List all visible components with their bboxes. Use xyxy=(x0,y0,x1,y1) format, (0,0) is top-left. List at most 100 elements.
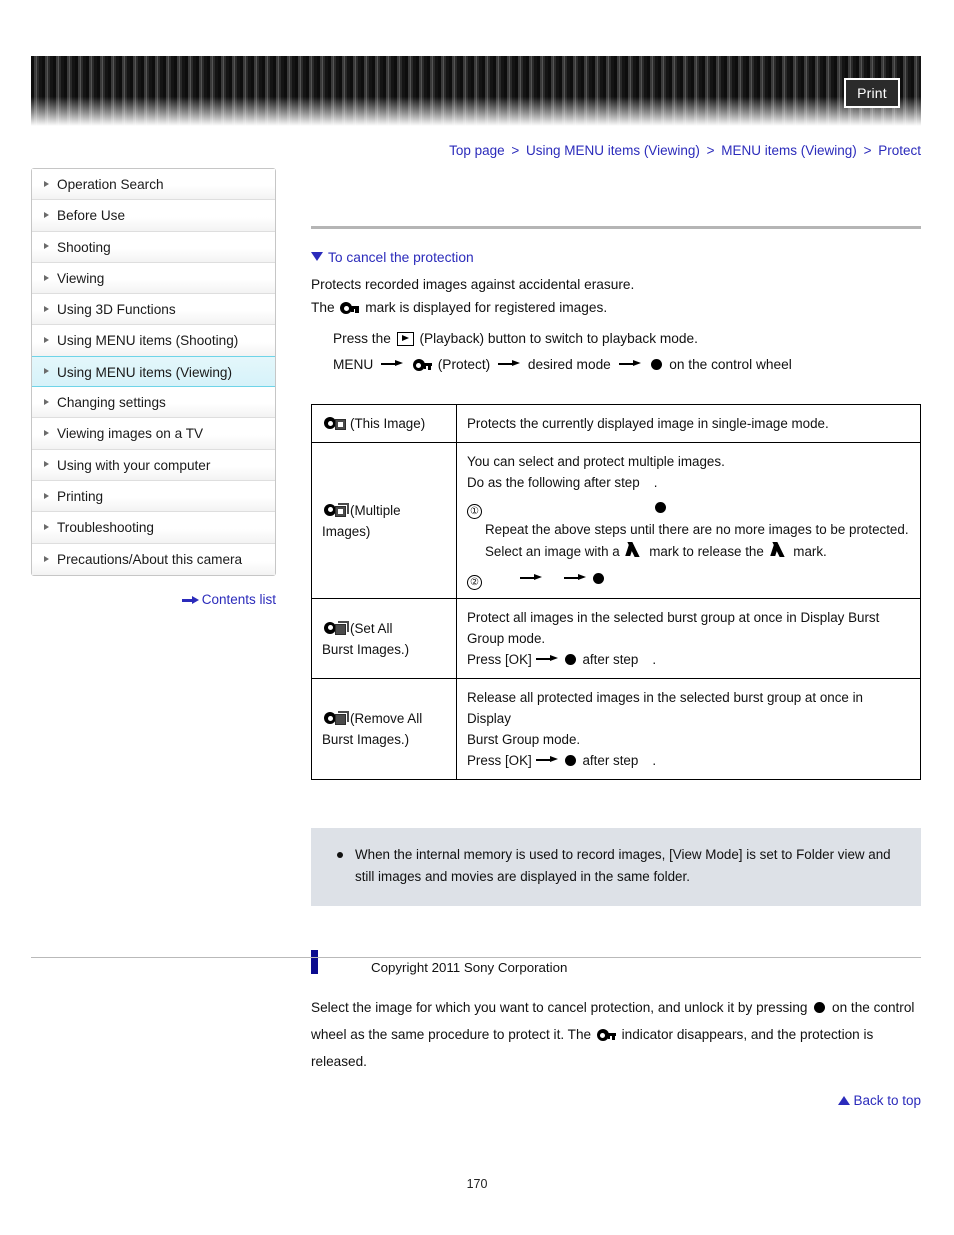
step-playback-after: (Playback) button to switch to playback … xyxy=(419,331,698,346)
sidebar-item-viewing[interactable]: Viewing xyxy=(32,262,275,295)
sidebar-item-label: Troubleshooting xyxy=(57,520,154,536)
table-desc-text-after: after step xyxy=(582,753,639,768)
table-desc-text-end: . xyxy=(652,652,657,667)
table-cell-description: Protect all images in the selected burst… xyxy=(456,598,921,679)
step-playback: Press the (Playback) button to switch to… xyxy=(333,326,921,352)
sidebar-item-label: Changing settings xyxy=(57,395,166,411)
table-desc-text-end: . xyxy=(652,753,657,768)
protect-remove-all-burst-icon xyxy=(322,711,350,726)
table-desc-text-before: Select an image with a xyxy=(485,544,620,559)
sidebar-item-changing-settings[interactable]: Changing settings xyxy=(32,387,275,419)
table-desc-text-mid: mark to release the xyxy=(649,544,764,559)
protect-set-all-burst-icon xyxy=(322,621,350,636)
center-button-icon xyxy=(651,359,663,370)
table-desc-line: Release all protected images in the sele… xyxy=(467,690,864,726)
print-button[interactable]: Print xyxy=(844,78,900,108)
sidebar-item-label: Shooting xyxy=(57,239,111,255)
protect-single-image-icon xyxy=(322,416,350,431)
back-to-top-link[interactable]: Back to top xyxy=(311,1093,921,1108)
table-cell-mode-label-line-1: (Set All xyxy=(350,620,393,636)
section-heading-label: To cancel the protection xyxy=(328,250,474,265)
chevron-right-icon xyxy=(44,305,49,312)
step-menu-wheel-label: on the control wheel xyxy=(669,357,792,372)
chevron-right-icon xyxy=(44,337,49,344)
sidebar-item-label: Using MENU items (Shooting) xyxy=(57,333,239,349)
protect-key-icon xyxy=(340,302,360,314)
center-button-icon xyxy=(564,654,576,665)
table-desc-text-after: mark. xyxy=(793,544,827,559)
page-number: 170 xyxy=(466,1177,488,1191)
intro-line-2-before: The xyxy=(311,300,335,315)
chevron-right-icon xyxy=(44,492,49,499)
sidebar-item-label: Using MENU items (Viewing) xyxy=(57,364,232,380)
arrow-right-icon xyxy=(535,755,558,765)
table-desc-text-before: Do as the following after step xyxy=(467,475,640,490)
sidebar-item-before-use[interactable]: Before Use xyxy=(32,200,275,232)
table-desc-line: Press [OK] after step. xyxy=(467,750,910,771)
breadcrumb-item-menu-items-viewing[interactable]: MENU items (Viewing) xyxy=(721,143,857,158)
arrow-right-icon xyxy=(618,359,641,369)
sidebar-item-using-menu-items-viewing[interactable]: Using MENU items (Viewing) xyxy=(32,355,275,388)
sidebar-item-troubleshooting[interactable]: Troubleshooting xyxy=(32,512,275,544)
intro-block: Protects recorded images against acciden… xyxy=(311,274,921,318)
table-cell-mode-label: (Set All Burst Images.) xyxy=(311,598,457,679)
table-desc-line: Protects the currently displayed image i… xyxy=(467,416,829,431)
sidebar-item-label: Precautions/About this camera xyxy=(57,551,243,567)
arrow-right-icon xyxy=(520,573,542,583)
protect-key-icon xyxy=(412,359,432,371)
sidebar-item-label: Printing xyxy=(57,488,104,504)
chevron-right-icon xyxy=(44,555,49,562)
breadcrumb-item-top-page[interactable]: Top page xyxy=(449,143,505,158)
sidebar-item-using-with-your-computer[interactable]: Using with your computer xyxy=(32,449,275,481)
center-button-icon xyxy=(564,755,576,766)
breadcrumb-item-using-menu-items-viewing[interactable]: Using MENU items (Viewing) xyxy=(526,143,700,158)
sidebar-item-viewing-images-on-a-tv[interactable]: Viewing images on a TV xyxy=(32,418,275,450)
sidebar-item-using-3d-functions[interactable]: Using 3D Functions xyxy=(32,294,275,326)
sidebar-item-operation-search[interactable]: Operation Search xyxy=(32,169,275,201)
sidebar-item-shooting[interactable]: Shooting xyxy=(32,231,275,263)
table-row: (Multiple Images) You can select and pro… xyxy=(311,442,921,599)
triangle-up-icon xyxy=(838,1096,851,1105)
cancel-protection-paragraph: Select the image for which you want to c… xyxy=(311,994,921,1075)
triangle-down-icon xyxy=(311,252,323,261)
table-cell-mode-label-line-1: (Multiple xyxy=(350,502,401,518)
table-cell-mode-label-line-1: (Remove All xyxy=(350,711,423,726)
section-heading-to-cancel-the-protection[interactable]: To cancel the protection xyxy=(311,250,921,265)
chevron-right-icon xyxy=(44,461,49,468)
chevron-right-icon xyxy=(44,367,49,374)
cancel-para-text-2: on the xyxy=(832,1000,870,1015)
step-playback-before: Press the xyxy=(333,331,391,346)
content-divider xyxy=(311,226,921,229)
circled-number-1-icon: ① xyxy=(467,504,482,519)
chevron-right-icon xyxy=(44,398,49,405)
contents-list-link[interactable]: Contents list xyxy=(31,592,276,607)
table-desc-text-before: Press [OK] xyxy=(467,753,532,768)
table-cell-description: Release all protected images in the sele… xyxy=(456,678,921,780)
table-desc-text-before: Press [OK] xyxy=(467,652,532,667)
sidebar-item-printing[interactable]: Printing xyxy=(32,480,275,513)
sidebar-nav: Operation Search Before Use Shooting Vie… xyxy=(31,168,276,576)
cancel-para-text-4: indicator disappears, and the xyxy=(621,1027,797,1042)
sidebar-item-precautions-about-this-camera[interactable]: Precautions/About this camera xyxy=(32,543,275,575)
table-cell-mode-label-line-2: Images) xyxy=(322,523,371,539)
arrow-right-icon xyxy=(181,596,199,605)
table-desc-line: Do as the following after step. xyxy=(467,472,910,493)
table-desc-line: Burst Group mode. xyxy=(467,732,581,747)
table-cell-mode-label: (This Image) xyxy=(311,404,457,443)
steps-block: Press the (Playback) button to switch to… xyxy=(311,326,921,378)
step-menu-label: MENU xyxy=(333,357,374,372)
table-cell-mode-label-line-2: Burst Images.) xyxy=(322,641,410,657)
intro-line-2: The mark is displayed for registered ima… xyxy=(311,297,921,318)
chevron-right-icon xyxy=(44,523,49,530)
table-cell-description: You can select and protect multiple imag… xyxy=(456,442,921,599)
cancel-para-text-1: Select the image for which you want to c… xyxy=(311,1000,808,1015)
sidebar-item-using-menu-items-shooting[interactable]: Using MENU items (Shooting) xyxy=(32,325,275,357)
circled-number-2-icon: ② xyxy=(467,575,482,590)
intro-line-2-after: mark is displayed for registered images. xyxy=(365,300,608,315)
sidebar-item-label: Using 3D Functions xyxy=(57,302,176,318)
step-menu-desired-label: desired mode xyxy=(527,357,611,372)
sidebar-item-label: Before Use xyxy=(57,208,126,224)
table-desc-line: Press [OK] after step. xyxy=(467,649,910,670)
intro-line-1: Protects recorded images against acciden… xyxy=(311,277,635,292)
protect-multiple-images-icon xyxy=(322,503,350,518)
